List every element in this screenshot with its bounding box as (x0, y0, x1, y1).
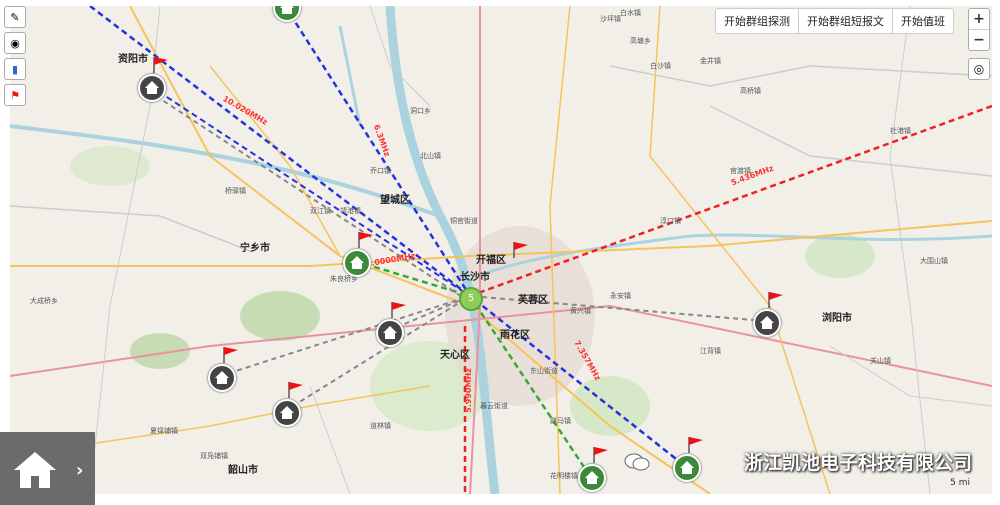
place-label: 白水镇 (620, 9, 641, 17)
house-icon (280, 406, 294, 419)
home-icon[interactable] (12, 450, 58, 490)
zoom-in-button[interactable]: + (969, 9, 989, 30)
chart-icon[interactable]: ▮ (4, 58, 26, 80)
house-icon (760, 316, 774, 329)
flag-icon[interactable] (390, 301, 408, 319)
house-icon (680, 461, 694, 474)
place-label: 大成桥乡 (30, 297, 58, 305)
map-canvas[interactable]: 资阳市 宁乡市 长沙市 开福区 芙蓉区 雨花区 浏阳市 韶山市 望城区 天心区 … (10, 6, 992, 494)
zoom-control: + − (968, 8, 990, 51)
house-icon (350, 256, 364, 269)
flag-icon[interactable] (512, 241, 530, 259)
place-label: 夏铎铺镇 (150, 427, 178, 435)
flag-icon[interactable] (222, 346, 240, 364)
action-buttons: 开始群组探测 开始群组短报文 开始值班 (715, 8, 954, 34)
place-label: 双凫铺镇 (200, 452, 228, 460)
zoom-out-button[interactable]: − (969, 30, 989, 50)
place-label: 靖港镇 (340, 207, 361, 215)
place-label: 高塘乡 (630, 37, 651, 45)
group-probe-button[interactable]: 开始群组探测 (716, 9, 799, 33)
station-marker[interactable] (273, 399, 301, 427)
place-label: 乔口镇 (370, 167, 391, 175)
place-label: 洞口乡 (410, 107, 431, 115)
city-changsha: 长沙市 (460, 272, 490, 283)
place-label: 高桥镇 (740, 87, 761, 95)
house-icon (383, 326, 397, 339)
place-label: 黄兴镇 (570, 307, 591, 315)
place-label: 江背镇 (700, 347, 721, 355)
flag-icon[interactable]: ⚑ (4, 84, 26, 106)
map-window: 资阳市 宁乡市 长沙市 开福区 芙蓉区 雨花区 浏阳市 韶山市 望城区 天心区 … (0, 0, 1000, 505)
place-label: 金井镇 (700, 57, 721, 65)
link-line-red-1 (469, 104, 992, 298)
city-ningxiang: 宁乡市 (240, 243, 270, 254)
flag-icon[interactable] (357, 231, 375, 249)
duty-button[interactable]: 开始值班 (893, 9, 953, 33)
group-sms-button[interactable]: 开始群组短报文 (799, 9, 893, 33)
place-label: 关山镇 (870, 357, 891, 365)
place-label: 沙坪镇 (600, 15, 621, 23)
house-icon (585, 471, 599, 484)
station-marker[interactable] (273, 6, 301, 22)
place-label: 铜官街道 (450, 217, 478, 225)
cluster-marker[interactable]: 5 (459, 287, 483, 311)
place-label: 永安镇 (610, 292, 631, 300)
place-label: 东山街道 (530, 367, 558, 375)
wechat-icon (624, 453, 650, 471)
flag-icon[interactable] (767, 291, 785, 309)
house-icon (215, 371, 229, 384)
city-liuyang: 浏阳市 (822, 313, 852, 324)
signal-icon[interactable]: ◉ (4, 32, 26, 54)
city-ziyang: 资阳市 (118, 54, 148, 65)
map-scale: 5 mi (950, 478, 970, 488)
place-label: 白沙镇 (650, 62, 671, 70)
place-label: 北山镇 (420, 152, 441, 160)
place-label: 花明楼镇 (550, 472, 578, 480)
place-label: 淳口镇 (660, 217, 681, 225)
place-label: 暮云街道 (480, 402, 508, 410)
house-icon (145, 81, 159, 94)
city-wangcheng: 望城区 (380, 195, 410, 206)
flag-icon[interactable] (152, 56, 170, 74)
place-label: 桥驿镇 (225, 187, 246, 195)
city-kaifu: 开福区 (476, 255, 506, 266)
expand-chevron-icon[interactable]: › (76, 460, 83, 481)
station-marker[interactable] (753, 309, 781, 337)
place-label: 跳马镇 (550, 417, 571, 425)
map-toolbar: ✎ ◉ ▮ ⚑ (4, 6, 26, 106)
locate-icon: ◎ (973, 62, 985, 76)
station-marker[interactable] (343, 249, 371, 277)
flag-icon[interactable] (592, 446, 610, 464)
house-icon (280, 6, 294, 14)
locate-button[interactable]: ◎ (968, 58, 990, 80)
frequency-label: 5.990MHz (463, 368, 473, 413)
flag-icon[interactable] (687, 436, 705, 454)
city-tianxin: 天心区 (440, 350, 470, 361)
station-marker[interactable] (376, 319, 404, 347)
station-marker[interactable] (578, 464, 606, 492)
link-line-blue-3 (149, 85, 471, 297)
place-label: 道林镇 (370, 422, 391, 430)
place-label: 双江镇 (310, 207, 331, 215)
station-marker[interactable] (673, 454, 701, 482)
company-watermark: 浙江凯池电子科技有限公司 (743, 452, 972, 474)
station-marker[interactable] (138, 74, 166, 102)
place-label: 大围山镇 (920, 257, 948, 265)
city-yuhua: 雨花区 (500, 330, 530, 341)
place-label: 社港镇 (890, 127, 911, 135)
city-furong: 芙蓉区 (518, 295, 548, 306)
station-marker[interactable] (208, 364, 236, 392)
home-panel: › (0, 432, 95, 505)
draw-icon[interactable]: ✎ (4, 6, 26, 28)
flag-icon[interactable] (287, 381, 305, 399)
city-shaoshan: 韶山市 (228, 465, 258, 476)
